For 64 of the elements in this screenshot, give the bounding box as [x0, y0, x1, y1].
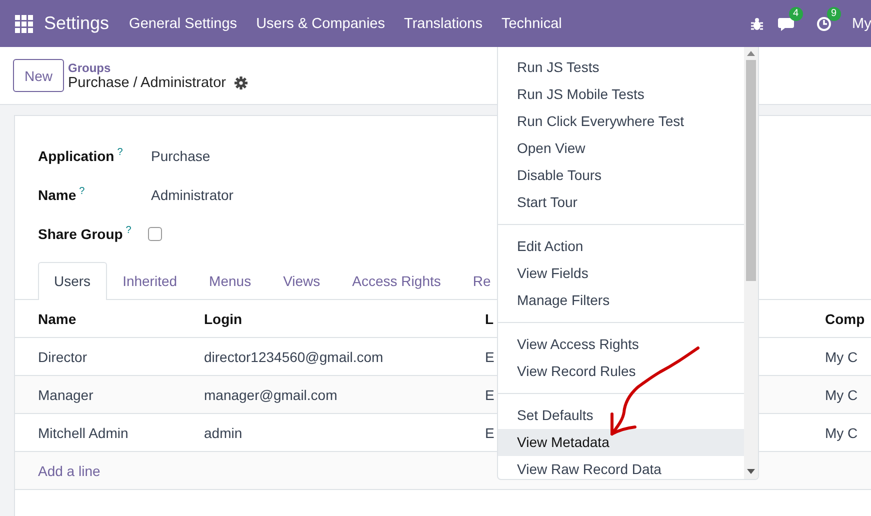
- menu-item[interactable]: View Access Rights: [498, 331, 744, 358]
- scrollbar[interactable]: [744, 47, 758, 479]
- table-cell-text: Director: [38, 348, 88, 364]
- tab[interactable]: Users: [38, 262, 107, 300]
- table-cell-text: Mitchell Admin: [38, 424, 130, 440]
- tab[interactable]: Inherited: [106, 262, 194, 299]
- chat-icon[interactable]: [778, 16, 796, 32]
- menu-item[interactable]: Disable Tours: [498, 162, 744, 189]
- field-label: Application: [38, 148, 114, 164]
- menu-item[interactable]: Set Defaults: [498, 402, 744, 429]
- user-menu[interactable]: My: [852, 16, 871, 32]
- menu-item[interactable]: View Record Rules: [498, 358, 744, 385]
- field-value[interactable]: Purchase: [151, 148, 210, 164]
- table-cell-text: My C: [825, 424, 859, 440]
- tab[interactable]: Menus: [193, 262, 268, 299]
- table-cell-text: E: [485, 348, 496, 364]
- app-title[interactable]: Settings: [44, 13, 110, 34]
- tab[interactable]: Access Rights: [336, 262, 457, 299]
- nav-menu-item[interactable]: General Settings: [129, 16, 238, 32]
- clock-icon[interactable]: [816, 16, 832, 32]
- breadcrumb-link[interactable]: Groups: [68, 60, 248, 74]
- nav-menu-item[interactable]: Translations: [404, 16, 482, 32]
- checkbox[interactable]: [148, 226, 162, 240]
- column-header[interactable]: Comp: [825, 310, 865, 326]
- table-cell-text: director1234560@gmail.com: [204, 348, 384, 364]
- table-cell-text: E: [485, 386, 496, 402]
- nav-menu-item[interactable]: Technical: [501, 16, 562, 32]
- record-title: Purchase / Administrator: [68, 74, 226, 90]
- menu-item[interactable]: Manage Filters: [498, 287, 744, 314]
- column-header[interactable]: Login: [204, 310, 485, 326]
- scroll-thumb[interactable]: [746, 60, 756, 281]
- field-label: Name: [38, 186, 76, 202]
- table-cell-text: admin: [204, 424, 244, 440]
- menu-item[interactable]: Start Tour: [498, 189, 744, 216]
- menu-item[interactable]: View Fields: [498, 260, 744, 287]
- scroll-down-icon[interactable]: [747, 469, 755, 474]
- new-button[interactable]: New: [13, 59, 64, 92]
- help-tooltip[interactable]: ?: [79, 186, 85, 196]
- count-badge: 4: [789, 6, 803, 20]
- scroll-up-icon[interactable]: [747, 51, 755, 56]
- apps-menu-icon[interactable]: [15, 14, 33, 32]
- field-label: Share Group: [38, 226, 123, 242]
- menu-item[interactable]: Run JS Tests: [498, 54, 744, 81]
- menu-item[interactable]: Run JS Mobile Tests: [498, 81, 744, 108]
- help-tooltip[interactable]: ?: [117, 148, 123, 158]
- count-badge: 9: [827, 6, 841, 20]
- table-cell-text: My C: [825, 386, 859, 402]
- add-line-link[interactable]: Add a line: [38, 462, 204, 478]
- help-tooltip[interactable]: ?: [126, 226, 132, 236]
- menu-item[interactable]: Open View: [498, 135, 744, 162]
- table-cell-text: My C: [825, 348, 859, 364]
- field-value[interactable]: Administrator: [151, 186, 234, 202]
- table-cell-text: Manager: [38, 386, 94, 402]
- menu-item[interactable]: View Metadata: [498, 429, 744, 456]
- table-cell-text: manager@gmail.com: [204, 386, 338, 402]
- menu-item[interactable]: Run Click Everywhere Test: [498, 108, 744, 135]
- menu-item[interactable]: View Raw Record Data: [498, 456, 744, 479]
- table-cell-text: E: [485, 424, 496, 440]
- settings-icon[interactable]: [234, 76, 248, 90]
- bug-icon[interactable]: [750, 16, 764, 30]
- column-header[interactable]: Name: [38, 310, 204, 326]
- tab[interactable]: Views: [267, 262, 336, 299]
- nav-menu-item[interactable]: Users & Companies: [256, 16, 385, 32]
- menu-item[interactable]: Edit Action: [498, 233, 744, 260]
